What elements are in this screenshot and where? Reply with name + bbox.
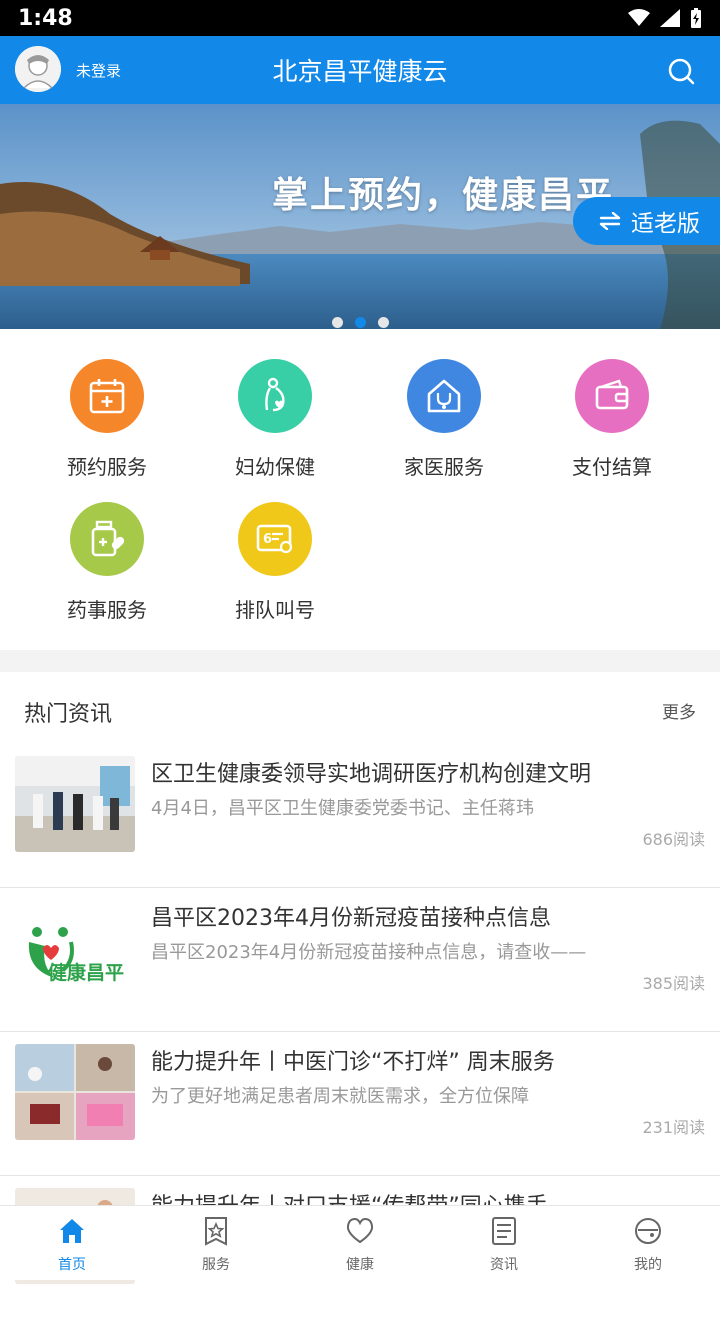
news-summary: 为了更好地满足患者周末就医需求，全方位保障: [151, 1086, 529, 1107]
news-read-count: 231阅读: [642, 1118, 705, 1137]
service-label: 支付结算: [572, 455, 652, 479]
mother-child-icon: [238, 359, 312, 433]
news-title: 区卫生健康委领导实地调研医疗机构创建文明: [151, 762, 592, 787]
news-read-count: 385阅读: [642, 974, 705, 993]
service-payment[interactable]: 支付结算: [542, 359, 682, 480]
service-appointment[interactable]: 预约服务: [37, 359, 177, 480]
pagination-dot[interactable]: [377, 317, 389, 328]
queue-ticket-icon: 6: [238, 502, 312, 576]
thumbnail-logo-text: 健康昌平: [48, 962, 125, 984]
news-thumbnail: [15, 1044, 135, 1140]
switch-arrows-icon: [599, 212, 621, 230]
promo-banner[interactable]: 掌上预约，健康昌平 适老版: [0, 104, 720, 329]
service-label: 妇幼保健: [235, 455, 315, 479]
tab-label: 首页: [58, 1257, 86, 1273]
news-summary: 4月4日，昌平区卫生健康委党委书记、主任蒋玮: [151, 798, 534, 819]
news-section-title: 热门资讯: [24, 702, 113, 727]
service-label: 排队叫号: [235, 598, 315, 622]
banner-slogan: 掌上预约，健康昌平: [272, 175, 615, 216]
service-family-doctor[interactable]: 家医服务: [374, 359, 514, 480]
calendar-plus-icon: [70, 359, 144, 433]
wallet-icon: [575, 359, 649, 433]
news-title: 能力提升年丨中医门诊“不打烊” 周末服务: [151, 1050, 555, 1075]
status-icons: [628, 8, 702, 28]
news-doc-icon: [492, 1217, 516, 1245]
tab-news[interactable]: 资讯: [432, 1206, 576, 1280]
service-star-icon: [205, 1217, 227, 1246]
svg-text:6: 6: [263, 532, 272, 547]
tab-label: 健康: [346, 1257, 374, 1273]
service-pharmacy[interactable]: 药事服务: [37, 502, 177, 623]
news-list-item[interactable]: 健康昌平 昌平区2023年4月份新冠疫苗接种点信息 昌平区2023年4月份新冠疫…: [0, 888, 720, 1032]
bottom-tab-bar: 首页 服务 健康 资讯 我的: [0, 1205, 720, 1280]
news-title: 昌平区2023年4月份新冠疫苗接种点信息: [151, 906, 551, 931]
service-grid: 预约服务 妇幼保健 家医服务 支付结算 药事服务 6 排队叫号: [0, 329, 720, 649]
news-thumbnail: 健康昌平: [15, 900, 135, 996]
banner-pagination: [0, 317, 720, 329]
status-bar: 1:48: [0, 0, 720, 36]
news-list-item[interactable]: 区卫生健康委领导实地调研医疗机构创建文明 4月4日，昌平区卫生健康委党委书记、主…: [0, 744, 720, 888]
medicine-bottle-icon: [70, 502, 144, 576]
heart-icon: [346, 1217, 374, 1244]
tab-services[interactable]: 服务: [144, 1206, 288, 1280]
profile-icon: [635, 1218, 661, 1244]
search-button[interactable]: [666, 56, 696, 86]
news-read-count: 686阅读: [642, 830, 705, 849]
home-icon: [60, 1219, 84, 1243]
pagination-dot[interactable]: [331, 317, 343, 328]
service-label: 家医服务: [404, 455, 484, 479]
section-divider: [0, 650, 720, 672]
service-maternal-child[interactable]: 妇幼保健: [205, 359, 345, 480]
news-thumbnail: [15, 756, 135, 852]
news-summary: 昌平区2023年4月份新冠疫苗接种点信息，请查收——: [151, 942, 587, 963]
tab-health[interactable]: 健康: [288, 1206, 432, 1280]
service-queue[interactable]: 6 排队叫号: [205, 502, 345, 623]
home-stethoscope-icon: [407, 359, 481, 433]
status-time: 1:48: [18, 5, 73, 31]
cell-signal-icon: [660, 9, 680, 27]
pagination-dot-active[interactable]: [354, 317, 366, 328]
tab-home[interactable]: 首页: [0, 1206, 144, 1280]
battery-icon: [691, 8, 701, 28]
app-header: 未登录 北京昌平健康云: [0, 36, 720, 104]
news-more-link[interactable]: 更多: [662, 698, 696, 723]
tab-label: 服务: [202, 1257, 230, 1273]
elder-mode-label: 适老版: [631, 211, 700, 237]
service-label: 预约服务: [67, 455, 147, 479]
elder-mode-button[interactable]: 适老版: [573, 197, 720, 245]
tab-profile[interactable]: 我的: [576, 1206, 720, 1280]
page-title: 北京昌平健康云: [272, 57, 448, 86]
tab-label: 我的: [634, 1257, 662, 1273]
tab-label: 资讯: [490, 1257, 518, 1273]
news-section-header: 热门资讯 更多: [0, 672, 720, 744]
news-list-item[interactable]: 能力提升年丨中医门诊“不打烊” 周末服务 为了更好地满足患者周末就医需求，全方位…: [0, 1032, 720, 1176]
wifi-icon: [628, 9, 650, 26]
search-icon: [668, 58, 695, 85]
service-label: 药事服务: [67, 598, 147, 622]
